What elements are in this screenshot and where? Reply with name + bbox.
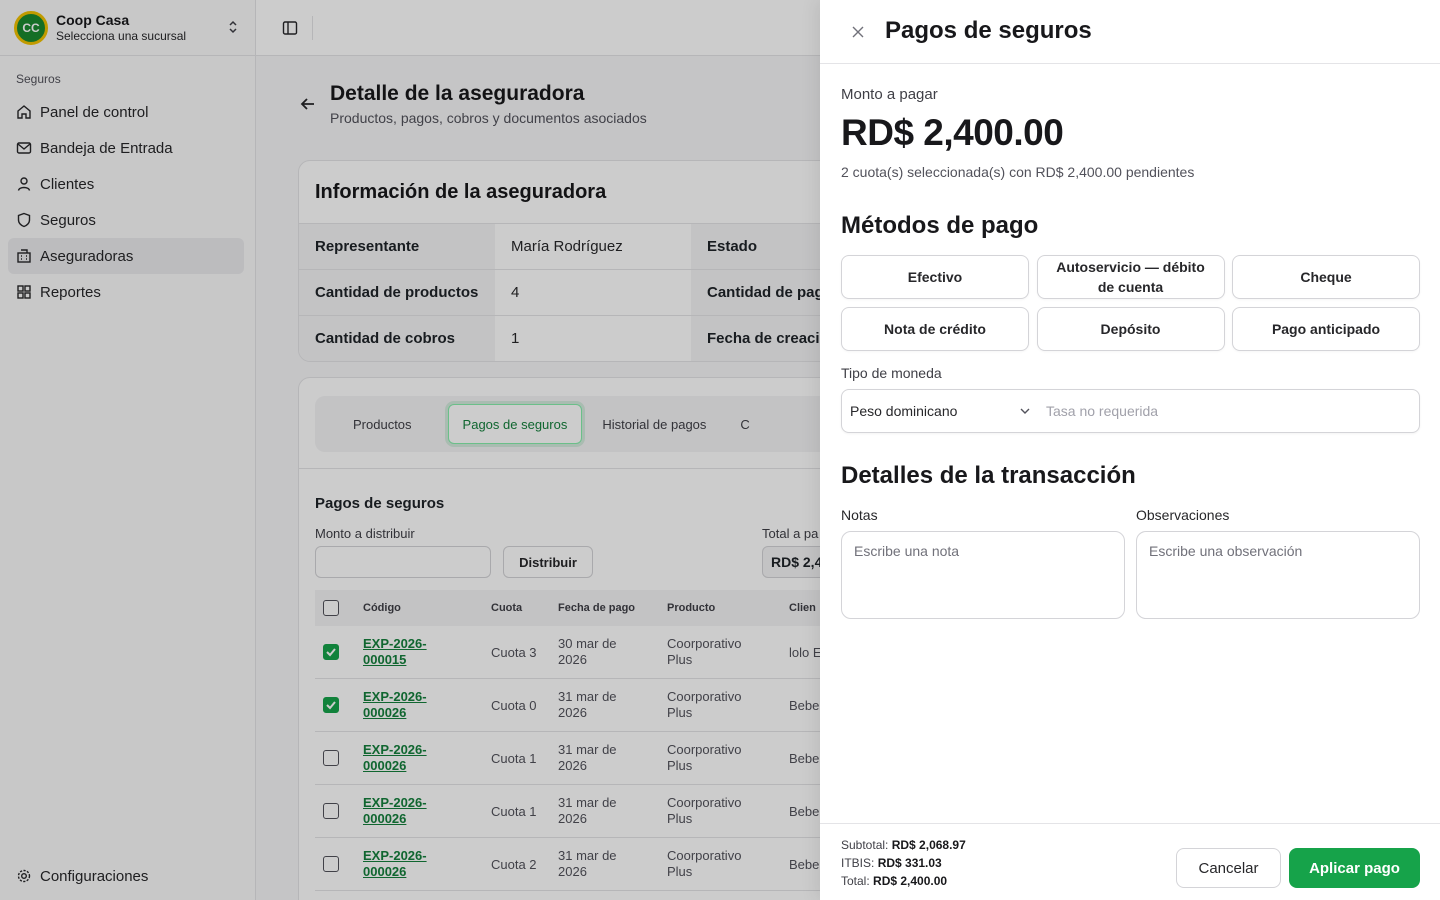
totals-summary: Subtotal: RD$ 2,068.97 ITBIS: RD$ 331.03… [841,836,966,890]
chevron-down-icon [1018,404,1032,418]
method-autoservicio-button[interactable]: Autoservicio — débito de cuenta [1036,255,1225,299]
total-label: Total: [841,874,870,888]
currency-value: Peso dominicano [850,403,958,419]
close-icon[interactable] [848,22,868,42]
subtotal-row: Subtotal: RD$ 2,068.97 [841,836,966,854]
subtotal-label: Subtotal: [841,838,889,852]
notes-textarea[interactable]: Escribe una nota [841,531,1125,619]
observations-textarea[interactable]: Escribe una observación [1136,531,1420,619]
drawer-header-divider [820,63,1440,64]
currency-group: Peso dominicano Tasa no requerida [841,389,1420,433]
payment-drawer: Pagos de seguros Monto a pagar RD$ 2,400… [820,0,1440,900]
method-cheque-button[interactable]: Cheque [1232,255,1420,299]
amount-summary: 2 cuota(s) seleccionada(s) con RD$ 2,400… [841,164,1195,180]
rate-input[interactable]: Tasa no requerida [1038,403,1419,419]
apply-payment-button[interactable]: Aplicar pago [1289,848,1420,888]
payment-methods: Efectivo Autoservicio — débito de cuenta… [841,255,1420,351]
total-row: Total: RD$ 2,400.00 [841,872,966,890]
method-pago-anticipado-button[interactable]: Pago anticipado [1232,307,1420,351]
observations-label: Observaciones [1136,507,1230,523]
drawer-footer-divider [820,823,1440,824]
subtotal-value: RD$ 2,068.97 [891,838,966,852]
currency-select[interactable]: Peso dominicano [842,390,1038,432]
cancel-button[interactable]: Cancelar [1176,848,1281,888]
drawer-title: Pagos de seguros [885,17,1092,44]
currency-label: Tipo de moneda [841,365,942,381]
amount-label: Monto a pagar [841,86,938,103]
methods-title: Métodos de pago [841,212,1039,239]
itbis-value: RD$ 331.03 [877,856,942,870]
amount-value: RD$ 2,400.00 [841,112,1064,153]
itbis-label: ITBIS: [841,856,875,870]
method-deposito-button[interactable]: Depósito [1036,307,1225,351]
method-efectivo-button[interactable]: Efectivo [841,255,1029,299]
notes-label: Notas [841,507,878,523]
method-nota-credito-button[interactable]: Nota de crédito [841,307,1029,351]
total-value: RD$ 2,400.00 [873,874,948,888]
itbis-row: ITBIS: RD$ 331.03 [841,854,966,872]
details-title: Detalles de la transacción [841,462,1136,489]
modal-overlay[interactable] [0,0,820,900]
